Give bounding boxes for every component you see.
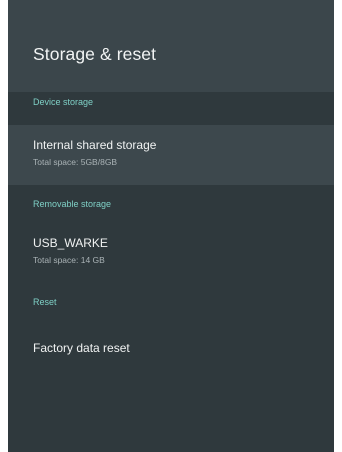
settings-panel: Storage & reset Device storage Internal … (8, 0, 334, 452)
item-title: Internal shared storage (33, 138, 157, 152)
list-item-usb-storage[interactable]: USB_WARKE Total space: 14 GB (8, 232, 334, 280)
item-subtitle: Total space: 5GB/8GB (33, 157, 118, 167)
item-subtitle: Total space: 14 GB (33, 255, 105, 265)
page-title: Storage & reset (33, 44, 157, 64)
item-title: USB_WARKE (33, 236, 108, 250)
section-header-removable-storage: Removable storage (33, 199, 112, 209)
section-header-reset: Reset (33, 297, 57, 307)
section-header-device-storage: Device storage (33, 97, 94, 107)
item-title: Factory data reset (33, 341, 130, 355)
list-item-internal-shared-storage[interactable]: Internal shared storage Total space: 5GB… (8, 125, 334, 185)
list-item-factory-data-reset[interactable]: Factory data reset (8, 335, 334, 365)
page-header: Storage & reset (8, 0, 334, 92)
